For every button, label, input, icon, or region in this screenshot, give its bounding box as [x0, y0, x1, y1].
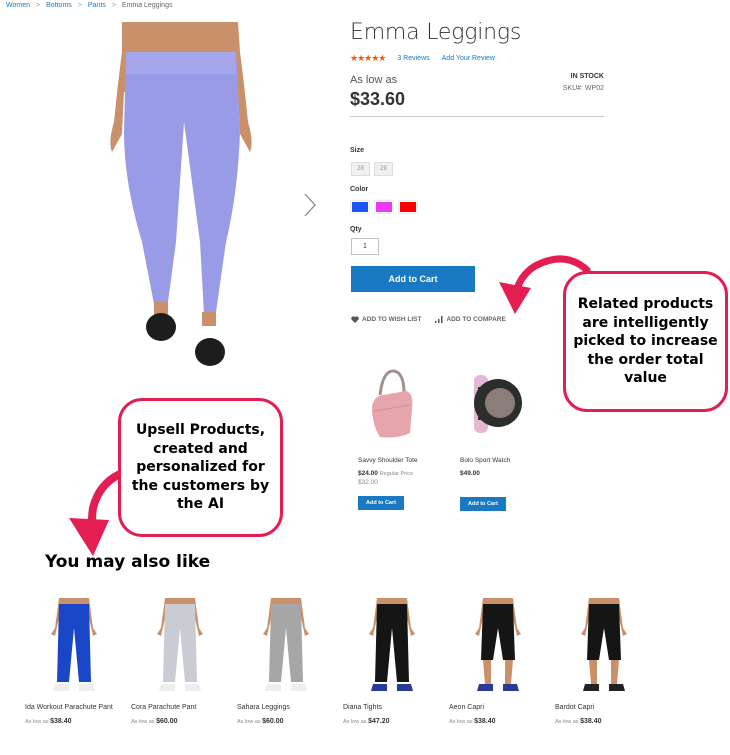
related-product: Bolo Sport Watch $49.00 Add to Cart: [460, 365, 530, 511]
color-option-blue[interactable]: [350, 200, 370, 214]
upsell-product-name[interactable]: Aeon Capri: [449, 703, 537, 713]
related-product: Savvy Shoulder Tote $24.00 Regular Price…: [358, 365, 428, 511]
product-image-tote[interactable]: [358, 365, 428, 445]
callout-upsell-products: Upsell Products, created and personalize…: [118, 398, 283, 537]
upsell-product: Bardot Capri As low as $38.40: [555, 598, 661, 725]
upsell-product-name[interactable]: Ida Workout Parachute Pant: [25, 703, 113, 713]
add-to-cart-button[interactable]: Add to Cart: [351, 266, 475, 292]
price-prefix: As low as: [449, 719, 473, 726]
breadcrumb-pants[interactable]: Pants: [88, 2, 106, 9]
color-options: [350, 200, 418, 214]
breadcrumb-current: Emma Leggings: [121, 2, 173, 9]
size-option-28[interactable]: 28: [351, 162, 370, 176]
product-main-image[interactable]: [78, 22, 278, 372]
product-price: $33.60: [350, 89, 406, 109]
heart-icon: [351, 316, 359, 323]
reviews-link[interactable]: 3 Reviews: [397, 55, 429, 62]
special-price: $24.00: [358, 470, 378, 477]
size-label: Size: [350, 147, 365, 154]
upsell-product-price: As low as $38.40: [25, 718, 131, 725]
color-option-red[interactable]: [398, 200, 418, 214]
stock-status: IN STOCK: [570, 73, 604, 80]
upsell-product-image[interactable]: [357, 598, 427, 696]
upsell-product-name[interactable]: Diana Tights: [343, 703, 431, 713]
price-prefix: As low as: [555, 719, 579, 726]
compare-label: ADD TO COMPARE: [446, 316, 506, 323]
qty-input[interactable]: 1: [351, 238, 379, 255]
upsell-section-title: You may also like: [45, 552, 211, 572]
related-product-price: $24.00 Regular Price: [358, 470, 428, 477]
upsell-product-price: As low as $60.00: [131, 718, 237, 725]
price-prefix: As low as: [25, 719, 49, 726]
price-value: $60.00: [262, 718, 284, 726]
color-label: Color: [350, 186, 369, 193]
upsell-product-price: As low as $38.40: [555, 718, 661, 725]
upsell-product-price: As low as $60.00: [237, 718, 343, 725]
upsell-product: Cora Parachute Pant As low as $60.00: [131, 598, 237, 725]
upsell-product-image[interactable]: [569, 598, 639, 696]
upsell-product: Ida Workout Parachute Pant As low as $38…: [25, 598, 131, 725]
product-actions: ADD TO WISH LIST ADD TO COMPARE: [351, 316, 506, 323]
add-to-compare-button[interactable]: ADD TO COMPARE: [435, 316, 506, 323]
add-to-wishlist-button[interactable]: ADD TO WISH LIST: [351, 316, 421, 323]
callout-related-products: Related products are intelligently picke…: [563, 271, 728, 412]
bar-chart-icon: [435, 316, 443, 323]
price-value: $47.20: [368, 718, 390, 726]
upsell-product-image[interactable]: [251, 598, 321, 696]
size-options: 28 29: [351, 162, 393, 176]
add-review-link[interactable]: Add Your Review: [442, 55, 495, 62]
wishlist-label: ADD TO WISH LIST: [362, 316, 422, 323]
upsell-product: Aeon Capri As low as $38.40: [449, 598, 555, 725]
upsell-product-image[interactable]: [39, 598, 109, 696]
upsell-product: Diana Tights As low as $47.20: [343, 598, 449, 725]
price-prefix: As low as: [237, 719, 261, 726]
price-value: $38.40: [580, 718, 602, 726]
related-add-to-cart-button[interactable]: Add to Cart: [460, 497, 506, 511]
upsell-product-name[interactable]: Sahara Leggings: [237, 703, 325, 713]
curved-arrow-icon: [69, 470, 124, 556]
price-value: $38.40: [50, 718, 72, 726]
price-value: $60.00: [156, 718, 178, 726]
size-option-29[interactable]: 29: [374, 162, 393, 176]
breadcrumb-women[interactable]: Women: [6, 2, 30, 9]
related-old-price: $32.00: [358, 479, 378, 486]
breadcrumb-bottoms[interactable]: Bottoms: [46, 2, 72, 9]
breadcrumb-separator: >: [111, 2, 116, 9]
divider: [350, 116, 604, 117]
breadcrumb-separator: >: [77, 2, 82, 9]
product-sku: SKU#: WP02: [562, 85, 604, 92]
breadcrumb-separator: >: [36, 2, 41, 9]
upsell-product-image[interactable]: [463, 598, 533, 696]
price-prefix: As low as: [131, 719, 155, 726]
upsell-product-price: As low as $47.20: [343, 718, 449, 725]
upsell-product: Sahara Leggings As low as $60.00: [237, 598, 343, 725]
upsell-product-image[interactable]: [145, 598, 215, 696]
regular-price-label: Regular Price: [379, 471, 414, 477]
price-label: As low as: [350, 74, 398, 86]
product-title: Emma Leggings: [350, 20, 522, 45]
related-product-name[interactable]: Bolo Sport Watch: [460, 457, 530, 464]
chevron-right-icon[interactable]: [302, 192, 318, 218]
price-value: $38.40: [474, 718, 496, 726]
product-rating: ★★★★★ 3 Reviews Add Your Review: [350, 53, 495, 64]
related-product-price: $49.00: [460, 470, 480, 477]
price-prefix: As low as: [343, 719, 367, 726]
related-product-name[interactable]: Savvy Shoulder Tote: [358, 457, 428, 464]
star-rating-icon: ★★★★★: [350, 53, 386, 63]
product-image-watch[interactable]: [460, 365, 530, 445]
color-option-magenta[interactable]: [374, 200, 394, 214]
related-products: Savvy Shoulder Tote $24.00 Regular Price…: [358, 365, 530, 511]
breadcrumb: Women > Bottoms > Pants > Emma Leggings: [6, 2, 172, 9]
qty-label: Qty: [350, 226, 362, 233]
upsell-product-name[interactable]: Cora Parachute Pant: [131, 703, 219, 713]
upsell-products: Ida Workout Parachute Pant As low as $38…: [25, 598, 661, 725]
upsell-product-price: As low as $38.40: [449, 718, 555, 725]
related-add-to-cart-button[interactable]: Add to Cart: [358, 496, 404, 510]
upsell-product-name[interactable]: Bardot Capri: [555, 703, 643, 713]
